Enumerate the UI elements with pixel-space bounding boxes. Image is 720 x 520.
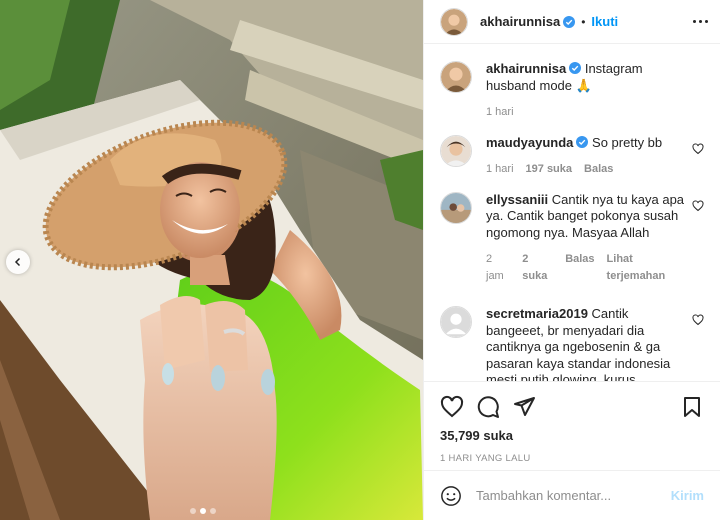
like-comment-heart-icon[interactable] (692, 142, 704, 155)
verified-badge-icon (569, 62, 582, 74)
comment-item: maudyayunda So pretty bb 1 hari 197 suka… (440, 134, 704, 178)
post-actions: 35,799 suka 1 HARI YANG LALU (424, 381, 720, 464)
comment-avatar[interactable] (440, 191, 472, 224)
post-photo[interactable] (0, 0, 423, 520)
comment-text: So pretty bb (592, 134, 663, 150)
header-separator: • (581, 14, 586, 29)
reply-button[interactable]: Balas (565, 251, 594, 284)
post-header: akhairunnisa • Ikuti (424, 0, 720, 44)
post-comment-button[interactable]: Kirim (671, 488, 704, 503)
author-avatar[interactable] (440, 7, 468, 36)
verified-badge-icon (576, 135, 589, 148)
add-comment-bar: Kirim (424, 470, 720, 520)
post-time-ago[interactable]: 1 HARI YANG LALU (440, 453, 704, 464)
comment-username[interactable]: maudyayunda (486, 135, 573, 150)
caption-username[interactable]: akhairunnisa (486, 61, 566, 76)
caption: akhairunnisa Instagram husband mode 🙏 1 … (440, 61, 704, 121)
like-count[interactable]: 35,799 suka (440, 428, 704, 443)
comment-username[interactable]: secretmaria2019 (486, 306, 588, 321)
follow-button[interactable]: Ikuti (591, 14, 618, 29)
caption-time[interactable]: 1 hari (486, 104, 514, 121)
emoji-icon[interactable] (440, 485, 462, 507)
comment-time[interactable]: 2 jam (486, 251, 510, 284)
comment-avatar[interactable] (440, 134, 472, 167)
comment-item: secretmaria2019 Cantik bangeeet, br meny… (440, 306, 704, 381)
comment-time[interactable]: 1 hari (486, 161, 514, 178)
comment-likes[interactable]: 197 suka (526, 161, 572, 178)
share-paper-plane-icon[interactable] (512, 395, 536, 419)
verified-badge-icon (563, 15, 576, 28)
carousel-dot (200, 508, 206, 514)
post-side-panel: akhairunnisa • Ikuti akhairunnisa Instag… (423, 0, 720, 520)
photo-image (0, 0, 423, 520)
like-comment-heart-icon[interactable] (692, 314, 704, 326)
comment-avatar[interactable] (440, 306, 472, 338)
see-translation-button[interactable]: Lihat terjemahan (607, 251, 686, 284)
carousel-indicator (190, 508, 216, 514)
chevron-left-icon (14, 257, 21, 267)
comment-item: ellyssaniii Cantik nya tu kaya apa ya. C… (440, 191, 704, 285)
comment-username[interactable]: ellyssaniii (486, 192, 548, 207)
like-heart-icon[interactable] (440, 395, 464, 419)
caption-avatar[interactable] (440, 61, 472, 93)
comment-bubble-icon[interactable] (476, 395, 500, 419)
like-comment-heart-icon[interactable] (692, 199, 704, 212)
comment-likes[interactable]: 2 suka (522, 251, 553, 284)
carousel-dot (210, 508, 216, 514)
instagram-post: akhairunnisa • Ikuti akhairunnisa Instag… (0, 0, 720, 520)
more-options-icon[interactable] (693, 20, 708, 23)
previous-photo-button[interactable] (6, 250, 30, 274)
comment-input[interactable] (476, 488, 671, 503)
comments-list[interactable]: akhairunnisa Instagram husband mode 🙏 1 … (424, 45, 720, 381)
author-username[interactable]: akhairunnisa (480, 14, 560, 29)
save-bookmark-icon[interactable] (680, 395, 704, 419)
carousel-dot (190, 508, 196, 514)
reply-button[interactable]: Balas (584, 161, 613, 178)
